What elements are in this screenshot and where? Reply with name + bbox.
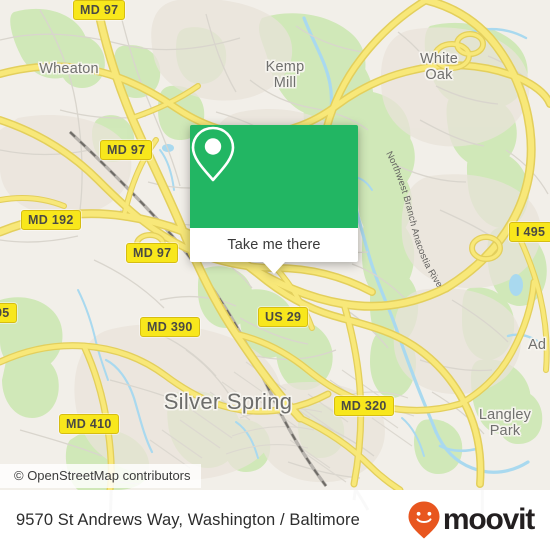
footer-bar: 9570 St Andrews Way, Washington / Baltim…: [0, 490, 550, 550]
location-popup-card[interactable]: Take me there: [190, 125, 358, 274]
highway-shield-md320: MD 320: [334, 396, 394, 416]
highway-shield-md97-north: MD 97: [73, 0, 126, 20]
highway-shield-us29: US 29: [258, 307, 309, 327]
highway-shield-md97-mid: MD 97: [100, 140, 153, 160]
location-pin-icon: [191, 126, 235, 182]
moovit-map-screen: Northwest Branch Anacostia River Wheaton…: [0, 0, 550, 550]
popup-tail: [263, 262, 285, 274]
moovit-logo[interactable]: moovit: [407, 500, 535, 540]
highway-shield-i495-west: 95: [0, 303, 17, 323]
map-canvas[interactable]: Northwest Branch Anacostia River Wheaton…: [0, 0, 550, 490]
take-me-there-button[interactable]: Take me there: [190, 228, 358, 262]
highway-shield-md97-south: MD 97: [126, 243, 179, 263]
moovit-pin-icon: [408, 501, 440, 539]
highway-shield-md410: MD 410: [59, 414, 119, 434]
highway-shield-md390: MD 390: [140, 317, 200, 337]
highway-shield-md192: MD 192: [21, 210, 81, 230]
moovit-wordmark: moovit: [442, 503, 535, 536]
popup-header: [190, 125, 358, 228]
highway-shield-i495-east: I 495: [509, 222, 550, 242]
address-label: 9570 St Andrews Way, Washington / Baltim…: [16, 510, 360, 529]
map-attribution[interactable]: © OpenStreetMap contributors: [0, 464, 201, 488]
